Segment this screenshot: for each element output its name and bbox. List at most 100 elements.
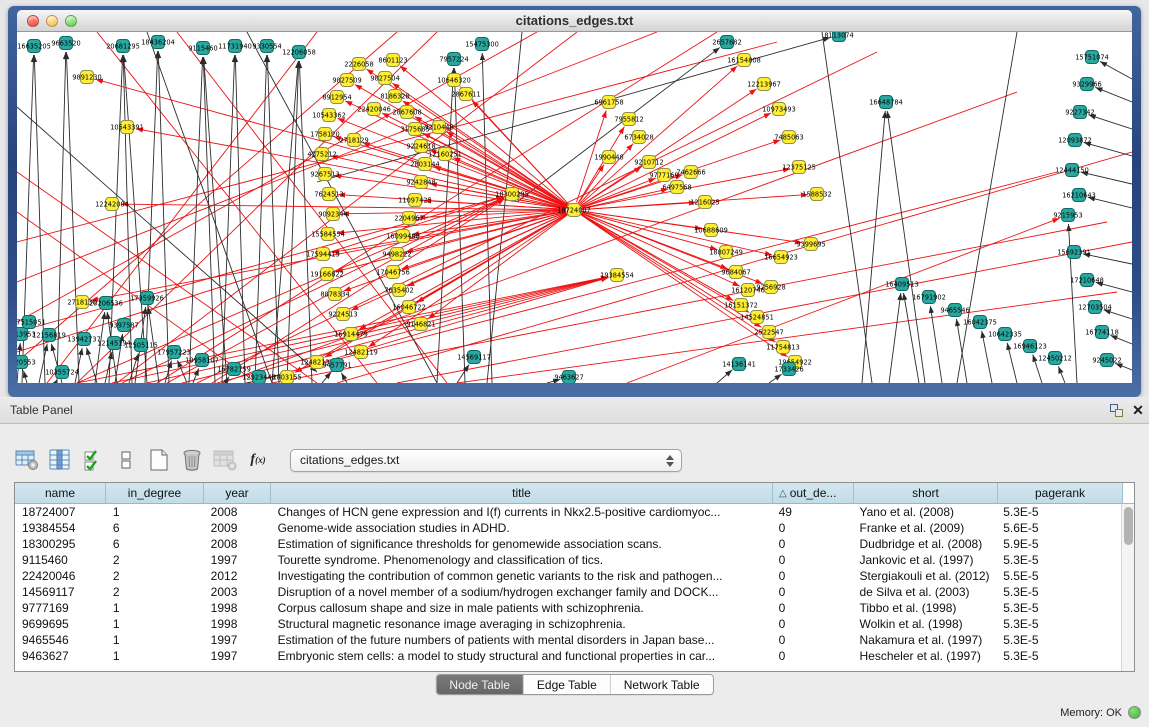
table-cell[interactable]: 5.3E-5 bbox=[996, 648, 1121, 664]
graph-node[interactable]: 12093872 bbox=[1058, 134, 1092, 147]
graph-node[interactable]: 2803155 bbox=[272, 371, 301, 384]
graph-node[interactable]: 2657682 bbox=[712, 36, 741, 49]
graph-node[interactable]: 10688609 bbox=[694, 224, 728, 237]
graph-node[interactable]: 15584554 bbox=[311, 228, 345, 241]
table-cell[interactable]: 18300295 bbox=[15, 536, 106, 552]
row-height-icon[interactable] bbox=[113, 447, 139, 473]
table-cell[interactable]: 1997 bbox=[204, 648, 271, 664]
table-cell[interactable]: Tourette syndrome. Phenomenology and cla… bbox=[271, 552, 772, 568]
table-cell[interactable]: 2003 bbox=[204, 584, 271, 600]
table-cell[interactable]: 1998 bbox=[204, 616, 271, 632]
scrollbar-thumb[interactable] bbox=[1124, 507, 1133, 545]
table-cell[interactable]: Structural magnetic resonance image aver… bbox=[271, 616, 772, 632]
graph-node[interactable]: 9092344 bbox=[318, 208, 347, 221]
graph-node[interactable]: 15751074 bbox=[1075, 51, 1109, 64]
table-cell[interactable]: 1 bbox=[106, 600, 204, 616]
column-header-year[interactable]: year bbox=[204, 483, 271, 503]
graph-node[interactable]: 18436204 bbox=[141, 36, 175, 49]
graph-node[interactable]: 15692391 bbox=[1057, 246, 1091, 259]
table-cell[interactable]: 9463627 bbox=[15, 648, 106, 664]
graph-node[interactable]: 9146821 bbox=[406, 318, 435, 331]
graph-node[interactable]: 9397587 bbox=[109, 319, 138, 332]
graph-node[interactable]: 12923448 bbox=[242, 371, 276, 384]
graph-node[interactable]: 1733426 bbox=[774, 363, 803, 376]
graph-node[interactable]: 16946123 bbox=[1013, 340, 1047, 353]
table-cell[interactable]: Yano et al. (2008) bbox=[852, 504, 996, 520]
tab-edge-table[interactable]: Edge Table bbox=[524, 675, 611, 694]
graph-node[interactable]: 9465546 bbox=[940, 304, 969, 317]
table-cell[interactable]: 2 bbox=[106, 568, 204, 584]
table-cell[interactable]: Stergiakouli et al. (2012) bbox=[852, 568, 996, 584]
table-cell[interactable]: 19384554 bbox=[15, 520, 106, 536]
table-cell[interactable]: Wolkin et al. (1998) bbox=[852, 616, 996, 632]
graph-node[interactable]: 12160251 bbox=[428, 148, 462, 161]
table-cell[interactable]: 2008 bbox=[204, 504, 271, 520]
table-cell[interactable]: 0 bbox=[772, 552, 853, 568]
graph-node[interactable]: 10355724 bbox=[45, 366, 79, 379]
graph-node[interactable]: 16635205 bbox=[17, 40, 51, 53]
table-cell[interactable]: Dudbridge et al. (2008) bbox=[852, 536, 996, 552]
graph-node[interactable]: 9663520 bbox=[51, 37, 80, 50]
graph-node[interactable]: 9684067 bbox=[721, 266, 750, 279]
graph-node[interactable]: 1990448 bbox=[594, 151, 623, 164]
table-cell[interactable]: 5.3E-5 bbox=[996, 552, 1121, 568]
table-cell[interactable]: 5.3E-5 bbox=[996, 632, 1121, 648]
graph-node[interactable]: 14569117 bbox=[457, 351, 491, 364]
graph-node[interactable]: 16154808 bbox=[727, 54, 761, 67]
graph-node[interactable]: 16791902 bbox=[912, 291, 946, 304]
graph-node[interactable]: 10973493 bbox=[762, 103, 796, 116]
table-cell[interactable]: 0 bbox=[772, 568, 853, 584]
table-row[interactable]: 1830029562008Estimation of significance … bbox=[15, 536, 1121, 552]
graph-node[interactable]: 8186328 bbox=[380, 90, 409, 103]
new-table-icon[interactable] bbox=[146, 447, 172, 473]
graph-node[interactable]: 9320553 bbox=[17, 356, 36, 369]
graph-node[interactable]: 2204967 bbox=[394, 212, 423, 225]
graph-node[interactable]: 10543391 bbox=[110, 121, 144, 134]
network-window-titlebar[interactable]: citations_edges.txt bbox=[17, 10, 1132, 32]
table-cell[interactable]: 0 bbox=[772, 648, 853, 664]
table-cell[interactable]: de Silva et al. (2003) bbox=[852, 584, 996, 600]
graph-node[interactable]: 14136141 bbox=[722, 358, 756, 371]
graph-node[interactable]: 12242004 bbox=[95, 198, 129, 211]
table-cell[interactable]: 0 bbox=[772, 584, 853, 600]
graph-node[interactable]: 17515051 bbox=[17, 316, 46, 329]
table-cell[interactable]: 9699695 bbox=[15, 616, 106, 632]
graph-node[interactable]: 1758120 bbox=[310, 128, 339, 141]
graph-node[interactable]: 9224513 bbox=[328, 308, 357, 321]
graph-node[interactable]: 9267513 bbox=[310, 168, 339, 181]
graph-node[interactable]: 17594419 bbox=[306, 248, 340, 261]
table-cell[interactable]: 1 bbox=[106, 616, 204, 632]
graph-node[interactable]: 22420046 bbox=[357, 103, 391, 116]
close-icon[interactable]: ✕ bbox=[1127, 401, 1149, 419]
graph-node[interactable]: 12444150 bbox=[1055, 164, 1089, 177]
close-window-button[interactable] bbox=[27, 15, 39, 27]
graph-node[interactable]: 11754813 bbox=[766, 341, 800, 354]
table-row[interactable]: 1872400712008Changes of HCN gene express… bbox=[15, 504, 1121, 520]
graph-node[interactable]: 9463627 bbox=[554, 371, 583, 384]
table-cell[interactable]: 1997 bbox=[204, 552, 271, 568]
table-cell[interactable]: 2 bbox=[106, 552, 204, 568]
table-cell[interactable]: 18724007 bbox=[15, 504, 106, 520]
graph-node[interactable]: 9215953 bbox=[1053, 209, 1082, 222]
graph-node[interactable]: 11731940 bbox=[218, 40, 252, 53]
graph-node[interactable]: 12505115 bbox=[124, 339, 158, 352]
graph-node[interactable]: 9777169 bbox=[649, 169, 678, 182]
delete-column-icon[interactable] bbox=[179, 447, 205, 473]
table-selector-dropdown[interactable]: citations_edges.txt bbox=[290, 449, 682, 472]
graph-node[interactable]: 19166822 bbox=[310, 268, 344, 281]
graph-node[interactable]: 12375125 bbox=[782, 161, 816, 174]
graph-node[interactable]: 16046722 bbox=[392, 301, 426, 314]
graph-node[interactable]: 11097425 bbox=[398, 194, 432, 207]
table-cell[interactable]: 0 bbox=[772, 520, 853, 536]
graph-node[interactable]: 6734028 bbox=[624, 131, 653, 144]
float-window-icon[interactable] bbox=[1105, 401, 1127, 419]
graph-node[interactable]: 16151372 bbox=[724, 299, 758, 312]
graph-node[interactable]: 10958107 bbox=[185, 354, 219, 367]
graph-node[interactable]: 2803144 bbox=[410, 158, 439, 171]
column-header-title[interactable]: title bbox=[271, 483, 773, 503]
table-row[interactable]: 969969511998Structural magnetic resonanc… bbox=[15, 616, 1121, 632]
table-cell[interactable]: 9115460 bbox=[15, 552, 106, 568]
graph-node[interactable]: 20206536 bbox=[89, 297, 123, 310]
table-cell[interactable]: 5.6E-5 bbox=[996, 520, 1121, 536]
table-cell[interactable]: 9465546 bbox=[15, 632, 106, 648]
